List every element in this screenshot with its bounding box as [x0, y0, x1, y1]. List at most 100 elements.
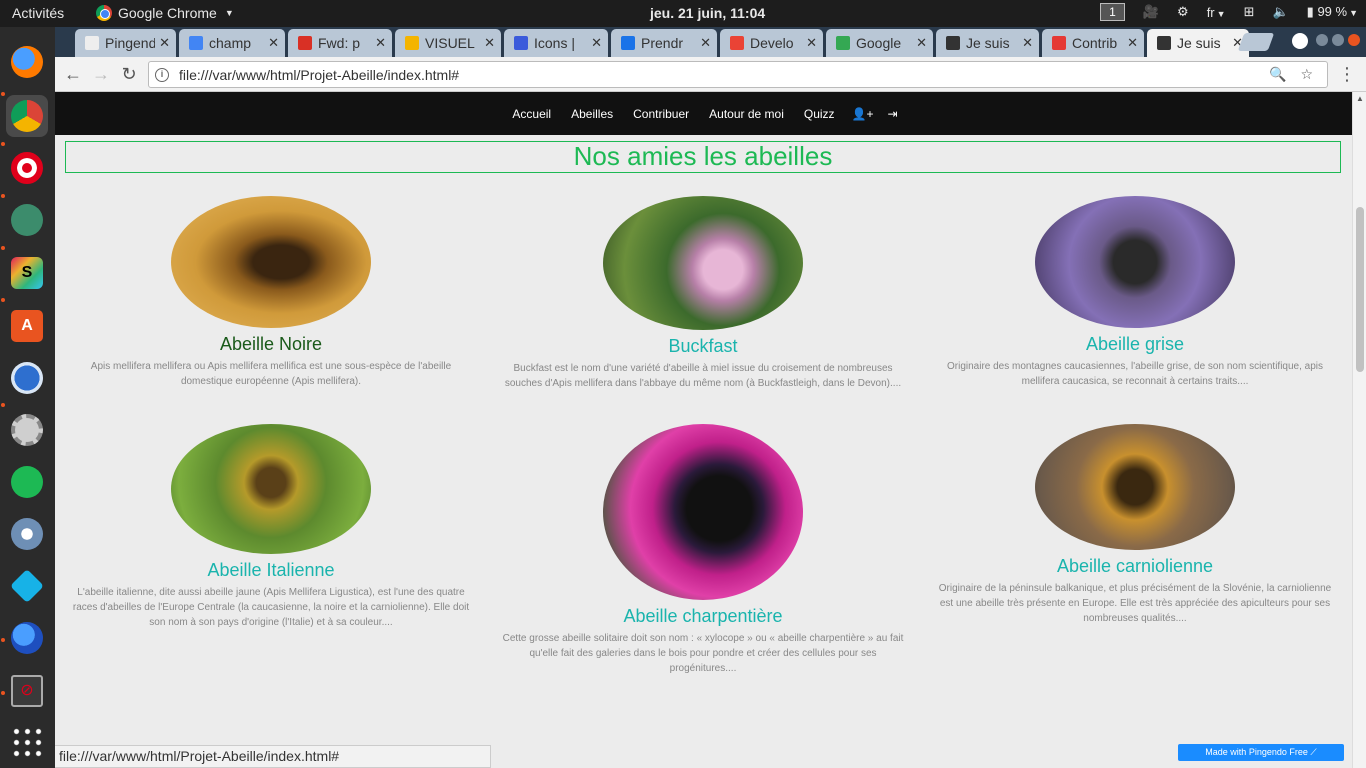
bee-photo[interactable] — [603, 424, 803, 600]
dock-disk[interactable] — [6, 513, 48, 555]
dock-chrome[interactable] — [6, 95, 48, 137]
dock-firefox-dev[interactable] — [6, 617, 48, 659]
card-title[interactable]: Abeille charpentière — [499, 606, 907, 627]
card-title[interactable]: Abeille grise — [931, 334, 1339, 355]
dock-opera[interactable] — [6, 147, 48, 189]
zoom-icon[interactable]: 🔍 — [1269, 66, 1286, 83]
app-menu[interactable]: Google Chrome ▼ — [96, 5, 234, 21]
browser-tab[interactable]: Pingendo✕ — [75, 29, 176, 57]
card-description: Buckfast est le nom d'une variété d'abei… — [504, 363, 902, 389]
nav-quizz[interactable]: Quizz — [794, 107, 845, 121]
dock-thunderbird[interactable] — [6, 357, 48, 399]
bee-card[interactable]: Abeille Italienne L'abeille italienne, d… — [67, 424, 475, 630]
scroll-up-arrow-icon[interactable]: ▲ — [1356, 94, 1364, 103]
maximize-button[interactable] — [1332, 34, 1344, 46]
sign-in-icon[interactable]: ⇥ — [881, 107, 905, 121]
bookmark-star-icon[interactable]: ☆ — [1300, 66, 1313, 83]
card-title[interactable]: Buckfast — [499, 336, 907, 357]
camera-icon[interactable]: 🎥 — [1143, 4, 1159, 20]
nav-autour-de-moi[interactable]: Autour de moi — [699, 107, 794, 121]
dock-show-apps[interactable] — [6, 721, 48, 763]
tab-favicon-icon — [621, 36, 635, 50]
bee-card[interactable]: Buckfast Buckfast est le nom d'une varié… — [499, 196, 907, 391]
browser-tab[interactable]: Prendr ✕ — [611, 29, 717, 57]
tab-close-icon[interactable]: ✕ — [1127, 35, 1138, 51]
settings-icon[interactable]: ⚙ — [1177, 4, 1189, 20]
bee-photo[interactable] — [603, 196, 803, 330]
workspace-indicator[interactable]: 1 — [1100, 3, 1125, 21]
forward-button[interactable]: → — [90, 64, 112, 85]
browser-tab[interactable]: Contrib ✕ — [1042, 29, 1144, 57]
profile-icon[interactable] — [1292, 33, 1308, 49]
tab-close-icon[interactable]: ✕ — [806, 35, 817, 51]
slack-icon: S — [11, 257, 43, 289]
application-dock: S A ⊘ — [0, 27, 55, 768]
tab-close-icon[interactable]: ✕ — [484, 35, 495, 51]
address-bar[interactable]: i file:///var/www/html/Projet-Abeille/in… — [148, 61, 1328, 88]
card-title[interactable]: Abeille Noire — [67, 334, 475, 355]
nav-accueil[interactable]: Accueil — [502, 107, 561, 121]
battery-indicator[interactable]: ▮ 99 % ▼ — [1307, 4, 1358, 20]
tab-close-icon[interactable]: ✕ — [375, 35, 386, 51]
tab-close-icon[interactable]: ✕ — [591, 35, 602, 51]
language-selector[interactable]: fr ▼ — [1207, 5, 1226, 20]
back-button[interactable]: ← — [62, 64, 84, 85]
bee-card[interactable]: Abeille charpentière Cette grosse abeill… — [499, 424, 907, 676]
bee-photo[interactable] — [171, 196, 371, 328]
browser-tab[interactable]: Je suis ✕ — [1147, 29, 1249, 57]
page-scrollbar[interactable]: ▲ — [1352, 92, 1366, 768]
close-window-button[interactable] — [1348, 34, 1360, 46]
nav-contribuer[interactable]: Contribuer — [623, 107, 699, 121]
network-icon[interactable]: ⊞ — [1244, 4, 1255, 20]
dock-slack[interactable]: S — [6, 252, 48, 294]
bee-photo[interactable] — [1035, 424, 1235, 550]
pingendo-badge[interactable]: Made with Pingendo Free ⟋ — [1178, 744, 1344, 761]
tab-label: Icons | — [534, 35, 575, 51]
bee-card[interactable]: Abeille Noire Apis mellifera mellifera o… — [67, 196, 475, 389]
running-indicator — [1, 298, 5, 302]
info-icon[interactable]: i — [155, 67, 169, 82]
clock[interactable]: jeu. 21 juin, 11:04 — [650, 5, 765, 21]
firefox-dev-icon — [11, 622, 43, 654]
add-user-icon[interactable]: 👤+ — [845, 107, 881, 121]
tab-close-icon[interactable]: ✕ — [1022, 35, 1033, 51]
dock-kodi[interactable] — [6, 565, 48, 607]
tab-close-icon[interactable]: ✕ — [268, 35, 279, 51]
chrome-menu-icon[interactable]: ⋮ — [1338, 64, 1356, 85]
running-indicator — [1, 638, 5, 642]
minimize-button[interactable] — [1316, 34, 1328, 46]
volume-icon[interactable]: 🔈 — [1272, 4, 1288, 20]
browser-tab[interactable]: Icons | ✕ — [504, 29, 608, 57]
bee-photo[interactable] — [1035, 196, 1235, 328]
card-title[interactable]: Abeille Italienne — [67, 560, 475, 581]
tab-close-icon[interactable]: ✕ — [916, 35, 927, 51]
new-tab-button[interactable] — [1237, 33, 1275, 51]
activities-button[interactable]: Activités — [12, 5, 64, 21]
nav-abeilles[interactable]: Abeilles — [561, 107, 623, 121]
dock-atom[interactable] — [6, 199, 48, 241]
tab-favicon-icon — [298, 36, 312, 50]
scrollbar-thumb[interactable] — [1356, 207, 1364, 372]
tab-close-icon[interactable]: ✕ — [159, 35, 170, 51]
chevron-down-icon: ▼ — [1349, 8, 1358, 18]
card-title[interactable]: Abeille carniolienne — [931, 556, 1339, 577]
tab-label: Contrib — [1072, 35, 1118, 51]
dock-software-center[interactable]: A — [6, 305, 48, 347]
browser-tab[interactable]: Fwd: p ✕ — [288, 29, 392, 57]
bee-photo[interactable] — [171, 424, 371, 554]
bee-card[interactable]: Abeille grise Originaire des montagnes c… — [931, 196, 1339, 389]
browser-tab[interactable]: VISUEL ✕ — [395, 29, 501, 57]
browser-tab[interactable]: Je suis ✕ — [936, 29, 1039, 57]
dock-spotify[interactable] — [6, 461, 48, 503]
battery-icon: ▮ — [1306, 4, 1314, 19]
site-navbar: Accueil Abeilles Contribuer Autour de mo… — [55, 92, 1352, 135]
bee-card[interactable]: Abeille carniolienne Originaire de la pé… — [931, 424, 1339, 626]
tab-close-icon[interactable]: ✕ — [700, 35, 711, 51]
browser-tab[interactable]: Develo ✕ — [720, 29, 823, 57]
dock-settings[interactable] — [6, 409, 48, 451]
dock-no-entry[interactable]: ⊘ — [6, 670, 48, 712]
browser-tab[interactable]: Google ✕ — [826, 29, 933, 57]
dock-firefox[interactable] — [6, 41, 48, 83]
reload-button[interactable]: ↻ — [118, 64, 140, 85]
browser-tab[interactable]: champ ✕ — [179, 29, 285, 57]
